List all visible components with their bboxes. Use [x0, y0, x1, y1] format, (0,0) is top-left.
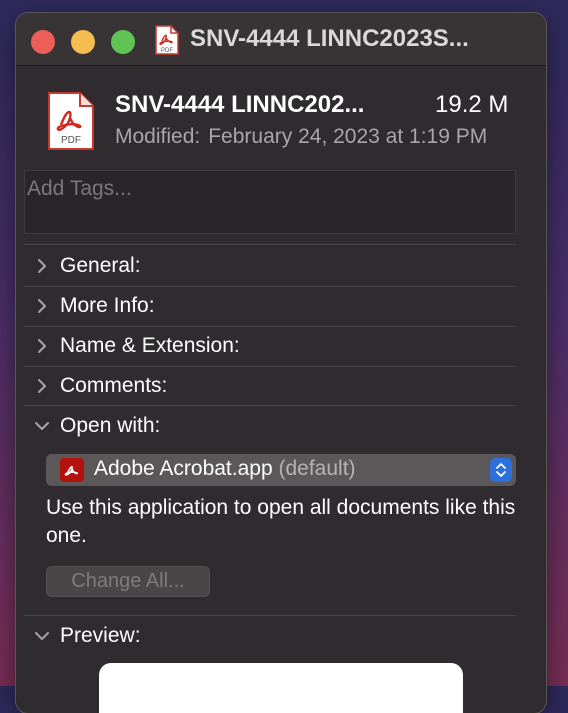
section-comments[interactable]: Comments: — [34, 371, 167, 401]
divider — [24, 244, 516, 245]
divider — [24, 286, 516, 287]
file-size: 19.2 M — [435, 91, 509, 118]
title-bar[interactable]: PDF SNV-4444 LINNC2023S... — [16, 13, 546, 66]
svg-text:PDF: PDF — [161, 48, 173, 54]
divider — [24, 615, 516, 616]
file-name: SNV-4444 LINNC202... — [115, 91, 365, 118]
get-info-window: PDF SNV-4444 LINNC2023S... PDF SNV-4444 … — [16, 13, 546, 713]
chevron-right-icon — [34, 258, 50, 274]
chevron-right-icon — [34, 298, 50, 314]
zoom-button[interactable] — [111, 30, 135, 54]
window-title: SNV-4444 LINNC2023S... — [190, 25, 469, 52]
modified-label: Modified: — [115, 125, 201, 148]
app-default-text: (default) — [278, 457, 356, 480]
modified-date: Modified: February 24, 2023 at 1:19 PM — [115, 125, 515, 149]
section-label: Name & Extension: — [60, 334, 240, 357]
minimize-button[interactable] — [71, 30, 95, 54]
tags-input[interactable] — [27, 175, 507, 203]
app-name-text: Adobe Acrobat.app — [94, 457, 273, 480]
section-open-with[interactable]: Open with: — [34, 411, 160, 441]
section-label: Open with: — [60, 414, 161, 437]
app-name: Adobe Acrobat.app (default) — [94, 457, 356, 481]
chevron-down-icon — [34, 418, 50, 434]
divider — [24, 405, 516, 406]
divider — [24, 366, 516, 367]
section-label: More Info: — [60, 294, 155, 317]
pdf-file-icon: PDF — [154, 25, 180, 60]
section-general[interactable]: General: — [34, 251, 141, 281]
section-name-extension[interactable]: Name & Extension: — [34, 331, 240, 361]
acrobat-icon — [60, 458, 84, 482]
chevron-right-icon — [34, 338, 50, 354]
pdf-document-icon[interactable]: PDF — [46, 91, 96, 156]
section-preview[interactable]: Preview: — [34, 621, 141, 651]
chevron-right-icon — [34, 378, 50, 394]
change-all-button[interactable]: Change All... — [46, 566, 210, 597]
section-label: Comments: — [60, 374, 168, 397]
preview-thumbnail — [99, 663, 463, 713]
svg-text:PDF: PDF — [61, 135, 81, 146]
open-with-description: Use this application to open all documen… — [46, 496, 516, 547]
section-label: Preview: — [60, 624, 141, 647]
divider — [24, 326, 516, 327]
section-more-info[interactable]: More Info: — [34, 291, 155, 321]
tags-field[interactable] — [24, 170, 516, 234]
open-with-select[interactable]: Adobe Acrobat.app (default) — [46, 454, 516, 486]
close-button[interactable] — [31, 30, 55, 54]
chevron-down-icon — [34, 628, 50, 644]
section-label: General: — [60, 254, 141, 277]
modified-value: February 24, 2023 at 1:19 PM — [208, 125, 488, 148]
select-stepper-icon[interactable] — [490, 458, 512, 482]
